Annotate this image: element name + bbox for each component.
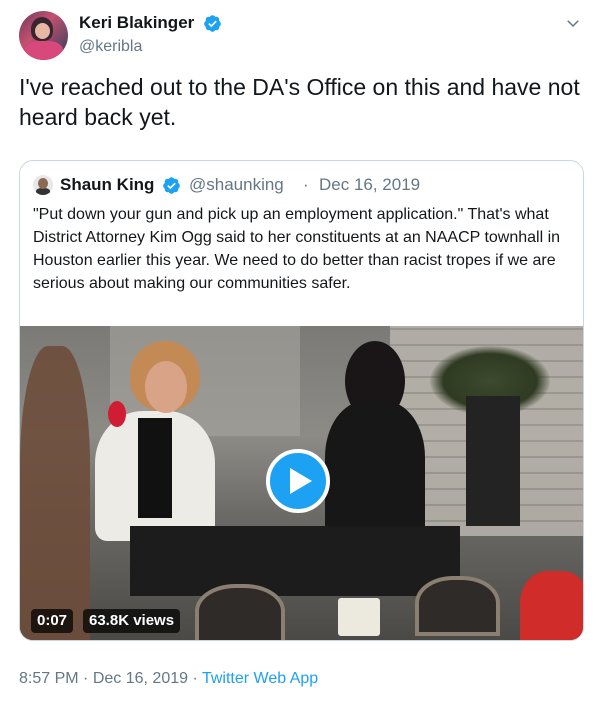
play-button[interactable]: [266, 449, 330, 513]
author-name[interactable]: Keri Blakinger: [79, 13, 194, 33]
separator-dot: ·: [303, 175, 309, 194]
video-views: 63.8K views: [83, 609, 181, 633]
author-avatar[interactable]: [19, 11, 68, 60]
separator-dot: ·: [83, 670, 89, 687]
verified-badge-icon: [163, 177, 180, 194]
quoted-tweet-text: "Put down your gun and pick up an employ…: [33, 206, 561, 292]
tweet-meta: 8:57 PM · Dec 16, 2019 · Twitter Web App: [19, 668, 318, 690]
quoted-author-name: Shaun King: [60, 175, 155, 194]
author-handle[interactable]: @keribla: [79, 38, 142, 56]
separator-dot: ·: [192, 670, 198, 687]
quoted-author-handle: @shaunking: [189, 175, 284, 194]
video-duration: 0:07: [31, 609, 74, 633]
play-icon: [290, 468, 312, 494]
tweet-source-link[interactable]: Twitter Web App: [202, 670, 318, 687]
quoted-tweet-date: Dec 16, 2019: [319, 175, 421, 194]
verified-badge-icon: [203, 14, 221, 32]
tweet: Keri Blakinger @keribla I've reached out…: [0, 0, 600, 704]
chevron-down-icon[interactable]: [564, 14, 582, 32]
tweet-time[interactable]: 8:57 PM: [19, 670, 79, 687]
tweet-text: I've reached out to the DA's Office on t…: [19, 74, 580, 130]
video-player[interactable]: 0:07 63.8K views: [20, 326, 583, 640]
author-info[interactable]: Keri Blakinger @keribla: [79, 13, 222, 55]
quoted-tweet[interactable]: Shaun King @shaunking · Dec 16, 2019 "Pu…: [19, 160, 584, 641]
quoted-author-avatar: [33, 175, 53, 195]
tweet-date[interactable]: Dec 16, 2019: [93, 670, 188, 687]
